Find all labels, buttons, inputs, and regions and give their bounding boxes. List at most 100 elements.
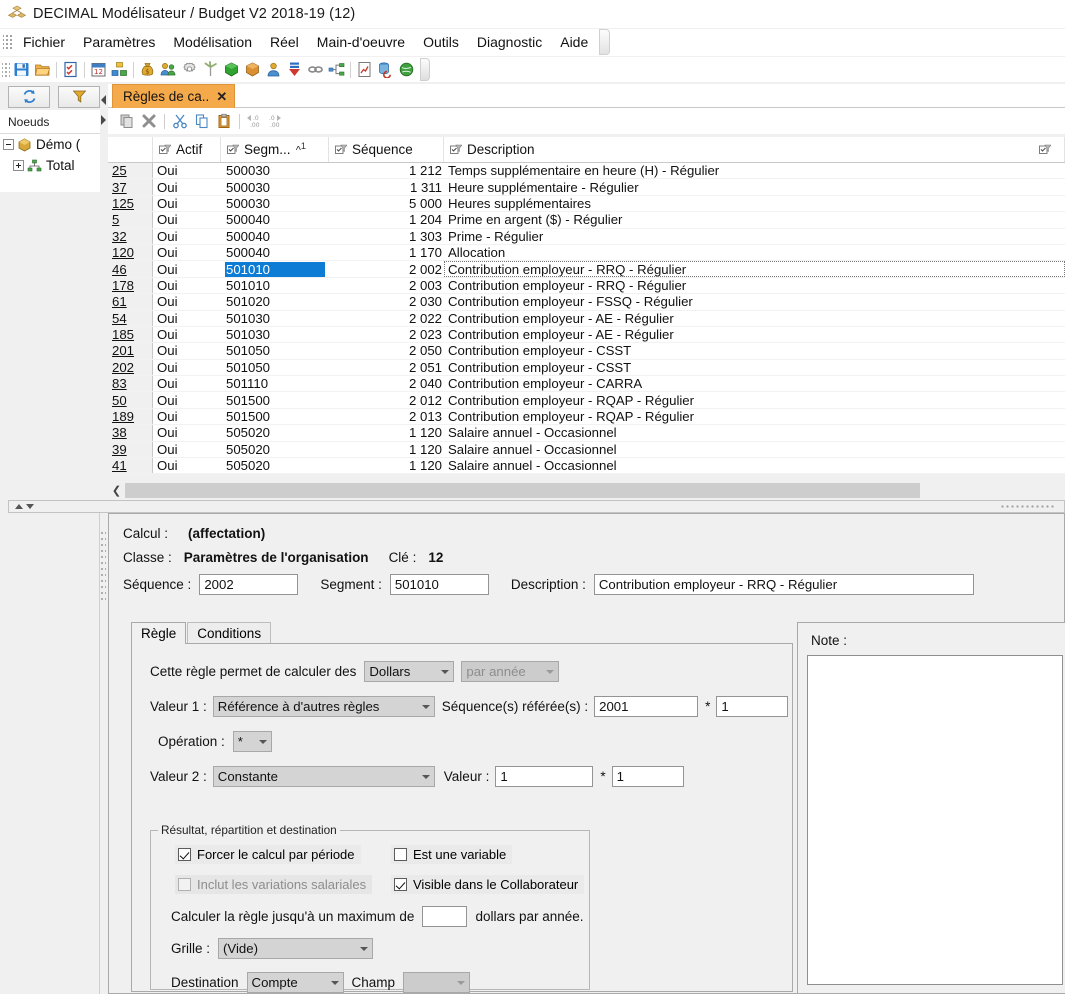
scrollbar-thumb[interactable]	[125, 482, 920, 498]
scroll-left-icon[interactable]: ❮	[108, 482, 125, 499]
paste-clipboard-icon[interactable]	[213, 111, 235, 132]
network-node-icon[interactable]	[326, 59, 347, 80]
table-row[interactable]: 120 Oui 500040 1 170 Allocation	[108, 244, 1065, 262]
chevron-right-icon[interactable]	[101, 115, 106, 125]
organization-icon[interactable]	[109, 59, 130, 80]
splitter-grip[interactable]	[1000, 504, 1056, 509]
menu-grip-handle[interactable]	[3, 33, 12, 51]
table-row[interactable]: 5 Oui 500040 1 204 Prime en argent ($) - Rég…	[108, 212, 1065, 229]
detail-pane-grip[interactable]	[100, 530, 106, 600]
valeur-input[interactable]: 1	[495, 766, 594, 787]
column-filter-icon[interactable]	[450, 144, 463, 156]
import-down-arrows-icon[interactable]	[284, 59, 305, 80]
arrow-up-icon[interactable]	[15, 504, 23, 509]
note-textarea[interactable]	[807, 655, 1063, 985]
sequence-referee-input[interactable]: 2001	[594, 696, 699, 717]
column-filter-icon[interactable]	[227, 144, 240, 156]
valeur-multiplier-input[interactable]: 1	[611, 766, 684, 787]
menu-item-main-doeuvre[interactable]: Main-d'oeuvre	[308, 32, 414, 52]
toolbar-grip-handle[interactable]	[2, 60, 10, 79]
calendar-icon[interactable]: 12	[88, 59, 109, 80]
increase-decimal-icon[interactable]: .0.00	[266, 111, 288, 132]
checklist-icon[interactable]	[60, 59, 81, 80]
collapse-minus-icon[interactable]	[3, 139, 14, 150]
cut-scissors-icon[interactable]	[169, 111, 191, 132]
sequence-multiplier-input[interactable]: 1	[716, 696, 789, 717]
sequence-input[interactable]: 2002	[199, 574, 299, 595]
panel-splitter[interactable]	[8, 500, 1065, 513]
close-icon[interactable]: ✕	[216, 89, 227, 105]
table-row[interactable]: 46 Oui 501010 2 002 Contribution employeur -…	[108, 261, 1065, 278]
delete-x-icon[interactable]	[138, 111, 160, 132]
menu-item-aide[interactable]: Aide	[551, 32, 597, 52]
scrollbar-track[interactable]	[125, 482, 1065, 498]
tab-regle[interactable]: Règle	[131, 622, 187, 644]
checkbox-est-une-variable[interactable]: Est une variable	[391, 845, 513, 864]
menu-item-fichier[interactable]: Fichier	[14, 32, 74, 52]
database-refresh-icon[interactable]	[375, 59, 396, 80]
toolbar-overflow-handle[interactable]	[420, 58, 430, 81]
refresh-button[interactable]	[8, 85, 50, 108]
duplicate-icon[interactable]	[116, 111, 138, 132]
tree-item-total[interactable]: Total	[0, 155, 100, 176]
valeur1-select[interactable]: Référence à d'autres règles	[212, 696, 435, 717]
table-row[interactable]: 189 Oui 501500 2 013 Contribution employeur …	[108, 408, 1065, 426]
grid-horizontal-scrollbar[interactable]: ❮	[108, 480, 1065, 500]
champ-select[interactable]	[403, 972, 471, 993]
operation-select[interactable]: *	[232, 731, 272, 752]
checkbox-visible-collaborateur[interactable]: Visible dans le Collaborateur	[391, 875, 585, 894]
segment-input[interactable]: 501010	[389, 574, 489, 595]
chevron-left-icon[interactable]	[101, 95, 106, 105]
table-row[interactable]: 41 Oui 505020 1 120 Salaire annuel - Occasio…	[108, 458, 1065, 474]
table-row[interactable]: 201 Oui 501050 2 050 Contribution employeur …	[108, 343, 1065, 360]
table-row[interactable]: 61 Oui 501020 2 030 Contribution employeur -…	[108, 294, 1065, 311]
checkbox-box[interactable]	[394, 848, 407, 861]
report-chart-icon[interactable]	[354, 59, 375, 80]
table-row[interactable]: 54 Oui 501030 2 022 Contribution employeur -…	[108, 310, 1065, 327]
pane-collapse-handle[interactable]	[100, 84, 108, 134]
copy-icon[interactable]	[191, 111, 213, 132]
employees-icon[interactable]	[158, 59, 179, 80]
table-row[interactable]: 125 Oui 500030 5 000 Heures supplémentaires	[108, 195, 1065, 213]
period-select[interactable]: par année	[461, 661, 560, 682]
tab-conditions[interactable]: Conditions	[187, 622, 272, 643]
tree-item-demo[interactable]: Démo (	[0, 134, 100, 155]
expand-plus-icon[interactable]	[13, 160, 24, 171]
destination-select[interactable]: Compte	[246, 972, 344, 993]
orange-box-icon[interactable]	[242, 59, 263, 80]
table-row[interactable]: 185 Oui 501030 2 023 Contribution employeur …	[108, 326, 1065, 344]
menu-item-parametres[interactable]: Paramètres	[74, 32, 164, 52]
table-row[interactable]: 50 Oui 501500 2 012 Contribution employeur -…	[108, 392, 1065, 409]
checkbox-box[interactable]	[394, 878, 407, 891]
menu-item-modelisation[interactable]: Modélisation	[164, 32, 261, 52]
column-filter-icon[interactable]	[335, 144, 348, 156]
arrow-down-icon[interactable]	[26, 504, 34, 509]
checkbox-forcer-calcul-periode[interactable]: Forcer le calcul par période	[175, 845, 361, 864]
decrease-decimal-icon[interactable]: .0.00	[244, 111, 266, 132]
grid-header-actif[interactable]: Actif	[153, 137, 221, 162]
refresh-globe-icon[interactable]	[396, 59, 417, 80]
table-row[interactable]: 202 Oui 501050 2 051 Contribution employeur …	[108, 359, 1065, 377]
user-icon[interactable]	[263, 59, 284, 80]
settings-gear-icon[interactable]	[179, 59, 200, 80]
column-filter-icon[interactable]	[1039, 144, 1052, 156]
green-cube-icon[interactable]	[221, 59, 242, 80]
column-filter-icon[interactable]	[159, 144, 172, 156]
table-row[interactable]: 178 Oui 501010 2 003 Contribution employeur …	[108, 277, 1065, 295]
table-row[interactable]: 38 Oui 505020 1 120 Salaire annuel - Occasio…	[108, 425, 1065, 442]
grid-header-description[interactable]: Description	[444, 137, 1065, 162]
valeur2-select[interactable]: Constante	[212, 766, 435, 787]
grid-header-sequence[interactable]: Séquence	[329, 137, 444, 162]
link-chain-icon[interactable]	[305, 59, 326, 80]
table-row[interactable]: 83 Oui 501110 2 040 Contribution employeur -…	[108, 376, 1065, 393]
money-bag-icon[interactable]: $	[137, 59, 158, 80]
menu-item-diagnostic[interactable]: Diagnostic	[468, 32, 551, 52]
table-row[interactable]: 25 Oui 500030 1 212 Temps supplémentaire en …	[108, 163, 1065, 180]
max-dollars-input[interactable]	[422, 906, 468, 927]
description-input[interactable]: Contribution employeur - RRQ - Régulier	[593, 574, 974, 595]
windmill-icon[interactable]	[200, 59, 221, 80]
unit-select[interactable]: Dollars	[364, 661, 455, 682]
grille-select[interactable]: (Vide)	[218, 938, 374, 959]
table-row[interactable]: 39 Oui 505020 1 120 Salaire annuel - Occasio…	[108, 441, 1065, 459]
table-row[interactable]: 32 Oui 500040 1 303 Prime - Régulier	[108, 228, 1065, 245]
